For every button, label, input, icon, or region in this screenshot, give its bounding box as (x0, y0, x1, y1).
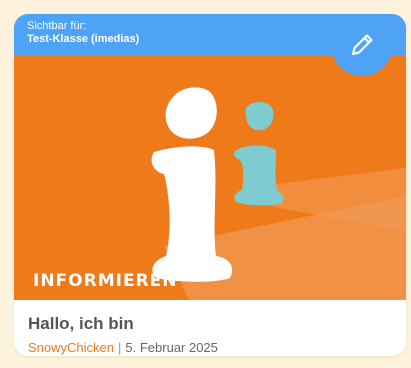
author-link[interactable]: SnowyChicken (28, 340, 114, 355)
edit-button[interactable] (331, 14, 393, 76)
informieren-illustration: INFORMIEREN (14, 56, 406, 300)
post-meta: SnowyChicken | 5. Februar 2025 (28, 340, 406, 356)
post-title[interactable]: Hallo, ich bin (28, 314, 406, 334)
post-image[interactable]: INFORMIEREN (14, 56, 406, 300)
image-caption: INFORMIEREN (33, 271, 178, 291)
post-date: 5. Februar 2025 (125, 340, 218, 355)
pencil-icon (351, 34, 373, 56)
card-body: Hallo, ich bin SnowyChicken | 5. Februar 2… (14, 300, 406, 356)
meta-separator: | (118, 340, 122, 355)
